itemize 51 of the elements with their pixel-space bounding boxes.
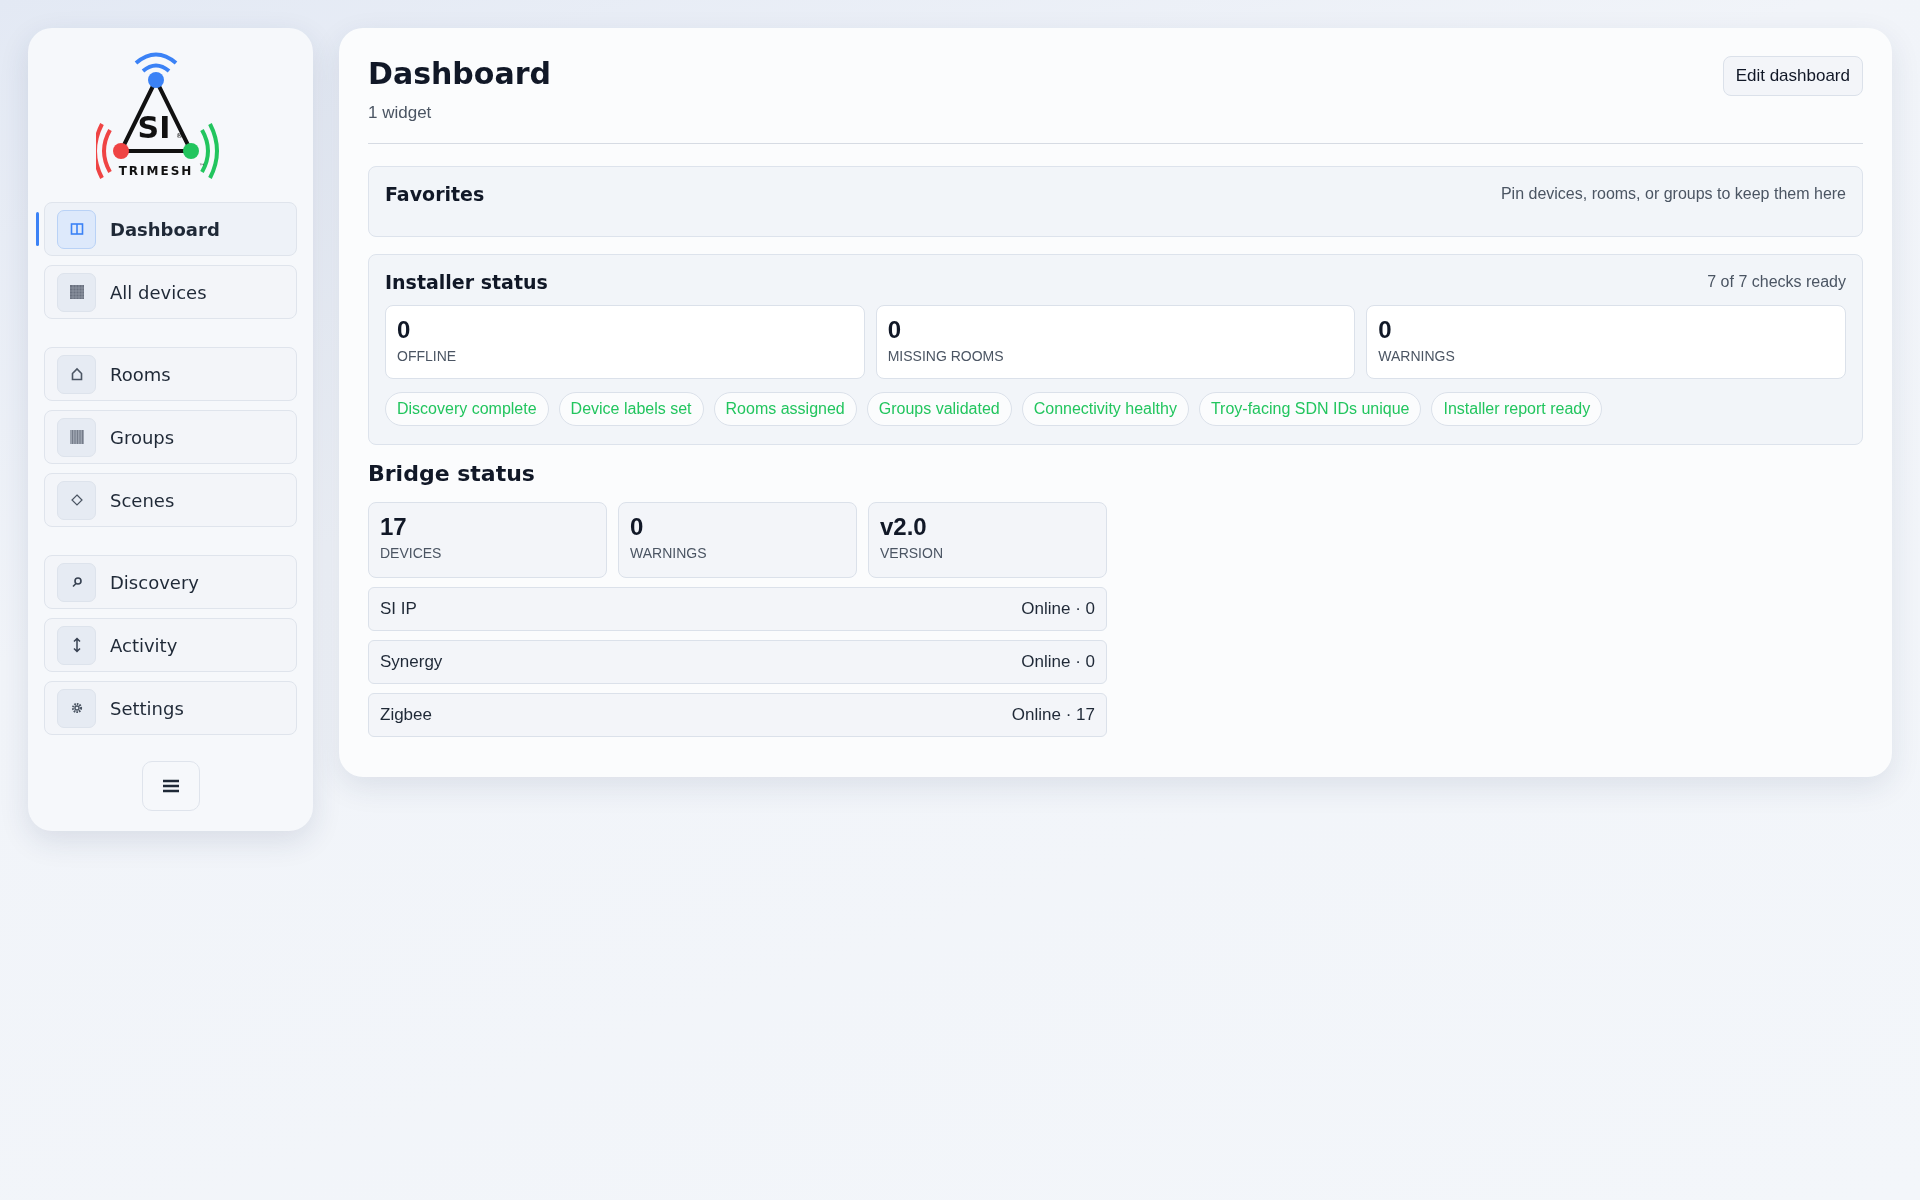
bars-icon [68,429,85,445]
bridge-name: SI IP [380,599,417,619]
stat-value: 0 [630,513,645,541]
check-chip: Troy-facing SDN IDs unique [1198,392,1422,426]
edit-dashboard-button[interactable]: Edit dashboard [1722,56,1863,96]
stat-value: v2.0 [880,513,928,541]
check-chip: Connectivity healthy [1021,392,1189,426]
stat-value: 17 [380,513,408,541]
bridge-state: Online · 0 [1021,652,1095,672]
installer-status-title: Installer status [385,271,548,293]
stat-label: MISSING ROOMS [887,348,1005,364]
stat-label: DEVICES [380,545,443,561]
stat-value: 0 [397,316,412,344]
nav-item[interactable]: Activity [44,618,297,672]
bridge-state: Online · 17 [1011,705,1095,725]
columns-icon [69,222,84,236]
house-icon [69,367,84,381]
nav-item[interactable]: All devices [44,265,297,319]
up-down-arrow-icon [71,637,82,653]
stat-label: WARNINGS [630,545,708,561]
stat-value: 0 [1378,316,1393,344]
menu-button[interactable] [141,761,200,811]
checks-summary: 7 of 7 checks ready [1707,273,1846,291]
bridge-name: Synergy [380,652,443,672]
stat-label: VERSION [880,545,944,561]
nav-item[interactable]: Dashboard [44,202,297,256]
check-chip: Groups validated [866,392,1012,426]
settings-icon [69,701,84,715]
nav-item[interactable]: Rooms [44,347,297,401]
nav-item[interactable]: Scenes [44,473,297,527]
stat-label: WARNINGS [1378,348,1456,364]
stat-label: OFFLINE [397,348,458,364]
bridge-status-title: Bridge status [368,461,536,486]
menu-icon [161,779,180,793]
bridge-name: Zigbee [380,705,432,725]
page-title: Dashboard [368,56,551,91]
favorites-hint: Pin devices, rooms, or groups to keep them here [1500,185,1846,203]
check-chip: Installer report ready [1431,392,1603,426]
search-icon [70,576,83,588]
nav-item[interactable]: Discovery [44,555,297,609]
bridge-state: Online · 0 [1021,599,1095,619]
grid-icon [68,284,85,300]
check-chip: Discovery complete [385,392,549,426]
stat-value: 0 [887,316,902,344]
check-chip: Device labels set [558,392,704,426]
diamond-icon [69,493,84,507]
favorites-title: Favorites [385,183,485,205]
nav-item[interactable]: Settings [44,681,297,735]
widget-count: 1 widget [368,103,433,123]
nav-item[interactable]: Groups [44,410,297,464]
check-chip: Rooms assigned [713,392,857,426]
